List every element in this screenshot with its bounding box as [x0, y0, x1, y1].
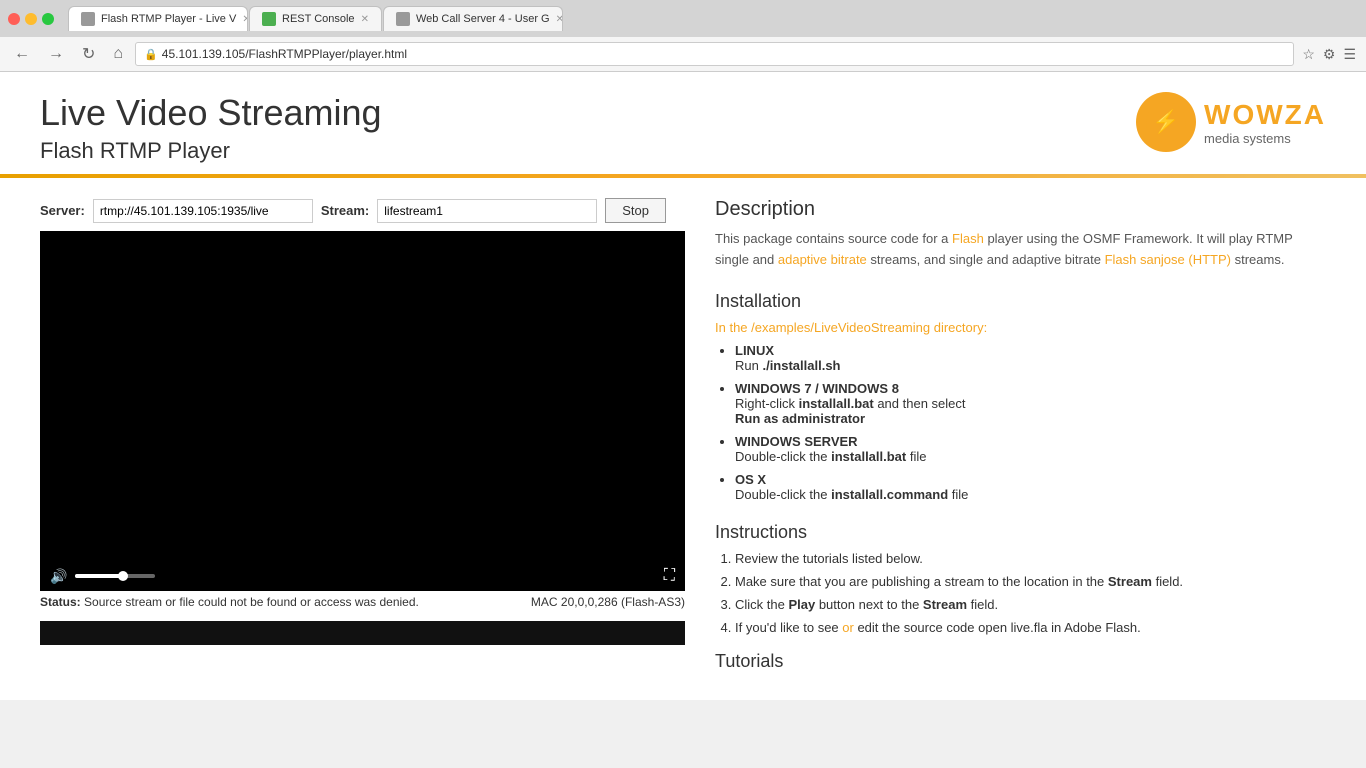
extension-icon[interactable]: ⚙: [1321, 44, 1338, 65]
instruction-4: If you'd like to see or edit the source …: [735, 620, 1326, 635]
install-item-osx: OS X Double-click the installall.command…: [735, 472, 1326, 502]
traffic-lights: [8, 13, 54, 25]
instructions-section: Instructions Review the tutorials listed…: [715, 522, 1326, 635]
stop-button[interactable]: Stop: [605, 198, 666, 223]
video-player: 🔊 ⛶: [40, 231, 685, 591]
tab-label-3: Web Call Server 4 - User G: [416, 13, 550, 25]
installation-heading: Installation: [715, 291, 1326, 312]
linux-command: ./installall.sh: [762, 358, 840, 373]
toolbar-icons: ☆ ⚙ ☰: [1300, 44, 1358, 65]
tab-web-call-server[interactable]: Web Call Server 4 - User G ✕: [383, 6, 563, 31]
bookmark-icon[interactable]: ☆: [1300, 44, 1317, 65]
stream-input[interactable]: [377, 199, 597, 223]
left-panel: Server: Stream: Stop 🔊 ⛶: [40, 198, 685, 680]
install-item-winserver: WINDOWS SERVER Double-click the installa…: [735, 434, 1326, 464]
tab-close-3[interactable]: ✕: [556, 14, 563, 25]
close-traffic-light[interactable]: [8, 13, 20, 25]
svg-text:⚡: ⚡: [1152, 109, 1179, 135]
browser-toolbar: ← → ↻ ⌂ 🔒 45.101.139.105/FlashRTMPPlayer…: [0, 37, 1366, 72]
instructions-list: Review the tutorials listed below. Make …: [735, 551, 1326, 635]
tab-label-2: REST Console: [282, 13, 355, 25]
main-layout: Server: Stream: Stop 🔊 ⛶: [0, 178, 1366, 700]
flash-version: MAC 20,0,0,286 (Flash-AS3): [531, 595, 685, 609]
examples-link[interactable]: /examples/LiveVideoStreaming: [751, 320, 930, 335]
stream-label: Stream:: [321, 203, 369, 218]
tab-close-2[interactable]: ✕: [361, 14, 369, 25]
menu-icon[interactable]: ☰: [1341, 44, 1358, 65]
page-header: Live Video Streaming Flash RTMP Player ⚡…: [0, 72, 1366, 164]
fullscreen-button[interactable]: ⛶: [664, 567, 675, 585]
instruction-2: Make sure that you are publishing a stre…: [735, 574, 1326, 589]
tab-close-1[interactable]: ✕: [242, 14, 248, 25]
installation-section: Installation In the /examples/LiveVideoS…: [715, 291, 1326, 502]
status-text: Status: Source stream or file could not …: [40, 595, 419, 609]
wowza-logo: ⚡ WOWZA media systems: [1136, 92, 1326, 152]
server-label: Server:: [40, 203, 85, 218]
status-label: Status:: [40, 595, 81, 609]
home-button[interactable]: ⌂: [107, 43, 129, 65]
player-controls: Server: Stream: Stop: [40, 198, 685, 223]
win78-title: WINDOWS 7 / WINDOWS 8: [735, 381, 899, 396]
install-item-windows78: WINDOWS 7 / WINDOWS 8 Right-click instal…: [735, 381, 1326, 426]
tab-flash-rtmp[interactable]: Flash RTMP Player - Live V ✕: [68, 6, 248, 31]
adaptive-link[interactable]: adaptive bitrate: [778, 252, 867, 267]
wowza-text: WOWZA media systems: [1204, 99, 1326, 146]
install-item-linux: LINUX Run ./installall.sh: [735, 343, 1326, 373]
instructions-heading: Instructions: [715, 522, 1326, 543]
description-text: This package contains source code for a …: [715, 229, 1326, 271]
status-message: Source stream or file could not be found…: [84, 595, 419, 609]
volume-thumb: [118, 571, 128, 581]
description-section: Description This package contains source…: [715, 198, 1326, 271]
instruction-3: Click the Play button next to the Stream…: [735, 597, 1326, 612]
maximize-traffic-light[interactable]: [42, 13, 54, 25]
linux-title: LINUX: [735, 343, 774, 358]
flash-link[interactable]: Flash: [952, 231, 984, 246]
volume-fill: [75, 574, 123, 578]
osx-command: installall.command: [831, 487, 948, 502]
tab-favicon-3: [396, 12, 410, 26]
winserver-title: WINDOWS SERVER: [735, 434, 858, 449]
install-intro: In the /examples/LiveVideoStreaming dire…: [715, 320, 1326, 335]
address-bar[interactable]: 🔒 45.101.139.105/FlashRTMPPlayer/player.…: [135, 42, 1294, 66]
address-text: 45.101.139.105/FlashRTMPPlayer/player.ht…: [162, 47, 1286, 61]
instruction-1: Review the tutorials listed below.: [735, 551, 1326, 566]
tab-label-1: Flash RTMP Player - Live V: [101, 13, 236, 25]
browser-tabs: Flash RTMP Player - Live V ✕ REST Consol…: [68, 6, 563, 31]
tab-rest-console[interactable]: REST Console ✕: [249, 6, 382, 31]
tab-favicon-2: [262, 12, 276, 26]
page-subtitle: Flash RTMP Player: [40, 138, 382, 164]
back-button[interactable]: ←: [8, 43, 36, 65]
volume-slider[interactable]: [75, 574, 155, 578]
black-bar: [40, 621, 685, 645]
tutorials-heading: Tutorials: [715, 651, 1326, 672]
wowza-brand: WOWZA: [1204, 99, 1326, 131]
see-link[interactable]: or: [842, 620, 854, 635]
page-title: Live Video Streaming: [40, 92, 382, 134]
win78-bat: installall.bat: [799, 396, 874, 411]
run-as-admin: Run as administrator: [735, 411, 865, 426]
winserver-bat: installall.bat: [831, 449, 906, 464]
forward-button[interactable]: →: [42, 43, 70, 65]
page-content: Live Video Streaming Flash RTMP Player ⚡…: [0, 72, 1366, 700]
server-input[interactable]: [93, 199, 313, 223]
install-list: LINUX Run ./installall.sh WINDOWS 7 / WI…: [735, 343, 1326, 502]
reload-button[interactable]: ↻: [76, 42, 101, 66]
tab-favicon-1: [81, 12, 95, 26]
flash-sanjose-link[interactable]: Flash sanjose (HTTP): [1105, 252, 1231, 267]
video-controls-bar: 🔊 ⛶: [40, 561, 685, 591]
wowza-icon: ⚡: [1136, 92, 1196, 152]
minimize-traffic-light[interactable]: [25, 13, 37, 25]
volume-icon[interactable]: 🔊: [50, 568, 67, 585]
osx-title: OS X: [735, 472, 766, 487]
wowza-tagline: media systems: [1204, 131, 1326, 146]
player-status: Status: Source stream or file could not …: [40, 595, 685, 609]
description-heading: Description: [715, 198, 1326, 221]
right-panel: Description This package contains source…: [715, 198, 1326, 680]
title-block: Live Video Streaming Flash RTMP Player: [40, 92, 382, 164]
